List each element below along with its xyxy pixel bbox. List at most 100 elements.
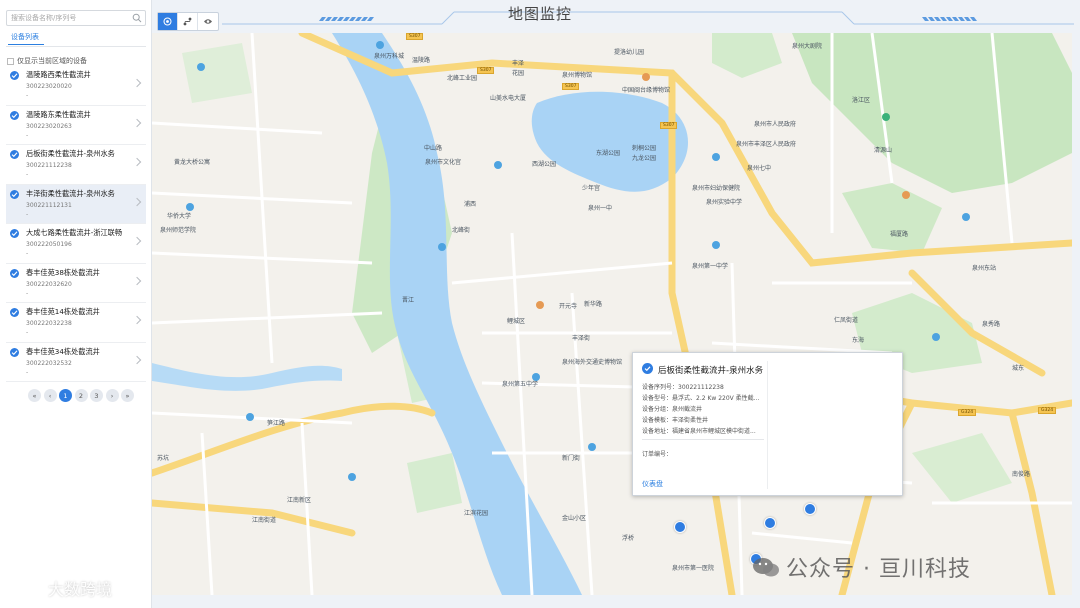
map-label: 鲤城区 [507, 318, 526, 325]
page-3[interactable]: 3 [90, 389, 103, 402]
map-label: 泉州市第一医院 [672, 565, 715, 572]
road-shield: G324 [958, 409, 977, 416]
map-label: 北峰街 [452, 227, 471, 234]
device-serial: 300222032532 [26, 359, 72, 367]
map-label: 泉州博物馆 [562, 72, 593, 79]
device-item[interactable]: 春丰佳苑38栋处截流井 300222032620 - [6, 264, 146, 303]
device-item[interactable]: 春丰佳苑14栋处截流井 300222032238 - [6, 303, 146, 343]
view-button[interactable] [198, 13, 218, 30]
device-marker[interactable] [804, 503, 816, 515]
device-info-popup: 后板街柔性截流井-泉州水务 设备序列号：300221112238 设备型号：悬浮… [632, 352, 903, 496]
map-pin-icon [902, 191, 910, 199]
map-label: 仁凤街道 [834, 317, 859, 324]
map-label: 泉秀路 [982, 321, 1001, 328]
map-label: 北峰工业园 [447, 75, 478, 82]
device-search[interactable] [6, 10, 146, 26]
device-extra: - [26, 329, 29, 336]
device-item[interactable]: 大成七路柔性截流井-浙江联畅 300222050196 - [6, 224, 146, 264]
device-extra: - [26, 131, 29, 139]
device-item[interactable]: 春丰佳苑34栋处截流井 300222032532 - [6, 343, 146, 382]
watermark-left-text: 大数跨境 [48, 580, 113, 599]
search-input[interactable] [7, 11, 125, 25]
device-extra: - [26, 210, 29, 218]
dashboard-link[interactable]: 仪表盘 [642, 479, 663, 489]
map-pin-icon [532, 373, 540, 381]
only-area-label: 仅显示当前区域的设备 [17, 57, 87, 65]
device-name: 春丰佳苑34栋处截流井 [26, 346, 100, 356]
pagination: « ‹ 1 2 3 › » [28, 389, 134, 402]
map-label: 刺桐公园 [632, 145, 657, 152]
map-label: 山美水电大厦 [490, 95, 527, 102]
device-serial: 300221112238 [26, 162, 72, 169]
sidebar: 设备列表 仅显示当前区域的设备 温陵路西柔性截流井 300223020020 -… [0, 0, 152, 608]
page-2[interactable]: 2 [74, 389, 88, 402]
logo-icon [10, 581, 45, 596]
map-pin-icon [186, 203, 194, 211]
locate-button[interactable] [158, 13, 178, 30]
page-prev[interactable]: ‹ [43, 389, 57, 402]
device-extra: - [26, 171, 29, 178]
map-pin-icon [712, 241, 720, 249]
page-last[interactable]: » [121, 389, 134, 402]
route-button[interactable] [178, 13, 198, 30]
map-canvas[interactable]: 泉州万科城 北峰工业园 丰泽 花园 泉州博物馆 提洛幼儿园 山美水电大厦 泉州市… [152, 33, 1072, 595]
map-label: 中国闽台缘博物馆 [622, 87, 671, 94]
device-extra: - [26, 250, 29, 257]
watermark-right-text: 公众号 · 亘川科技 [786, 557, 971, 582]
map-pin-icon [438, 243, 446, 251]
map-label: 泉州东站 [972, 265, 997, 272]
device-marker[interactable] [764, 517, 776, 529]
page-1[interactable]: 1 [59, 389, 72, 402]
map-label: 清源山 [874, 147, 893, 154]
map-pin-icon [536, 301, 544, 309]
map-label: 黄龙大桥公寓 [174, 159, 211, 166]
device-serial: 300222032238 [26, 320, 72, 327]
map-label: 泉州大剧院 [792, 43, 823, 50]
only-area-filter[interactable]: 仅显示当前区域的设备 [7, 56, 87, 66]
device-item-selected[interactable]: 丰泽街柔性截流井-泉州水务 300221112131 - [6, 184, 146, 224]
check-icon [10, 110, 19, 120]
tab-device-list[interactable]: 设备列表 [11, 32, 39, 42]
map-label: 苏坑 [157, 455, 170, 462]
map-pin-icon [642, 73, 650, 81]
map-label: 提洛幼儿园 [614, 49, 645, 56]
only-area-checkbox[interactable] [7, 57, 14, 65]
watermark-right: 公众号 · 亘川科技 [752, 551, 971, 583]
device-name: 大成七路柔性截流井-浙江联畅 [26, 228, 123, 237]
check-icon [10, 71, 19, 80]
device-item[interactable]: 温陵路东柔性截流井 300223020263 - [6, 106, 146, 145]
page-title: 地图监控 [507, 5, 572, 23]
watermark-left: 大数跨境 [8, 576, 112, 600]
map-label: 泉州师范学院 [160, 227, 197, 234]
map-pin-icon [348, 473, 356, 481]
search-icon[interactable] [132, 13, 142, 23]
eye-icon [204, 19, 212, 24]
map-label: 晋江 [402, 297, 415, 304]
map-label: 泉州市文化宫 [425, 159, 462, 166]
map-label: 温陵路 [412, 57, 431, 64]
device-name: 后板街柔性截流井-泉州水务 [26, 149, 115, 158]
header-decoration [222, 11, 1074, 25]
device-serial: 300222032620 [26, 280, 72, 288]
device-item[interactable]: 温陵路西柔性截流井 300223020020 - [6, 66, 146, 106]
map-pin-icon [882, 113, 890, 121]
map-label: 丰泽街 [572, 335, 591, 342]
popup-title: 后板街柔性截流井-泉州水务 [658, 366, 764, 376]
map-label: 东湖公园 [596, 150, 621, 157]
device-item[interactable]: 后板街柔性截流井-泉州水务 300221112238 - [6, 145, 146, 185]
map-label: 江南新区 [287, 497, 312, 504]
map-label: 泉州七中 [747, 165, 772, 172]
device-serial: 300223020263 [26, 122, 72, 130]
check-icon [10, 229, 19, 238]
map-label: 新华路 [584, 301, 603, 308]
map-label: 泉州万科城 [374, 53, 405, 60]
page-next[interactable]: › [105, 389, 119, 402]
road-shield: S307 [477, 67, 495, 74]
map-label: 西湖公园 [532, 161, 557, 168]
device-name: 温陵路东柔性截流井 [26, 109, 91, 119]
device-marker[interactable] [674, 521, 686, 533]
page-first[interactable]: « [28, 389, 41, 402]
popup-address: 设备地址：福建省泉州市鲤城区模中街道... [642, 428, 756, 435]
map-label: 洛江区 [852, 97, 871, 104]
popup-group: 设备分组：泉州截流井 [642, 406, 703, 413]
